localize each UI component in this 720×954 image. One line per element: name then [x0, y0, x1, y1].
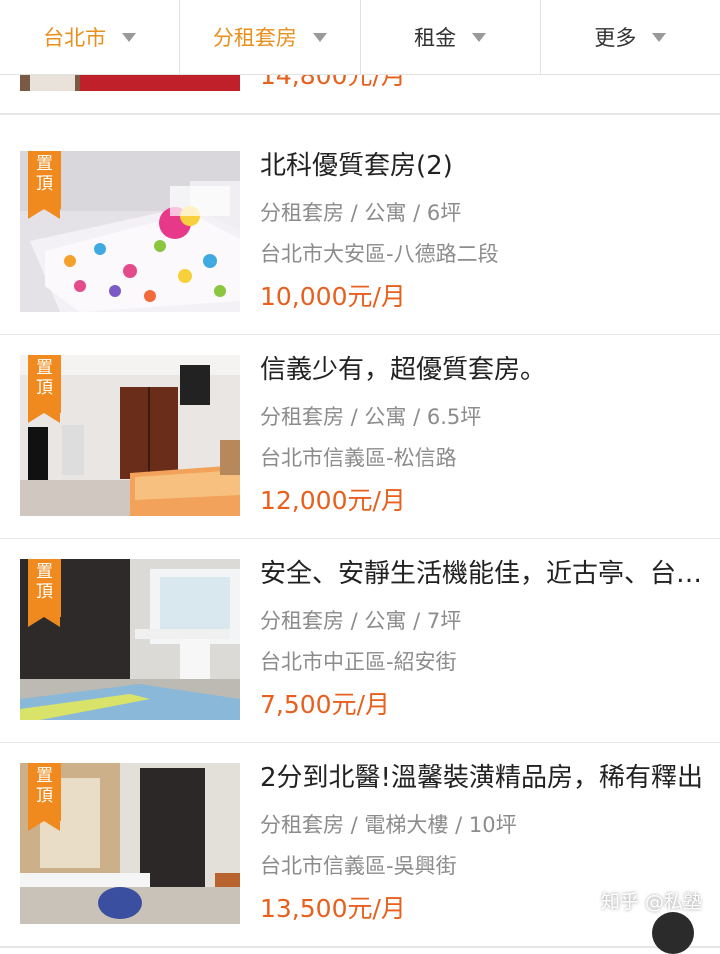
- listing-price: 7,500元/月: [260, 690, 390, 719]
- filter-type[interactable]: 分租套房: [180, 0, 361, 74]
- chevron-down-icon: [472, 32, 487, 42]
- listing-address: 台北市信義區-吳興街: [260, 854, 457, 878]
- watermark: 知乎 @私塾: [600, 891, 702, 913]
- filter-rent[interactable]: 租金: [361, 0, 541, 74]
- listing-title: 2分到北醫!溫馨裝潢精品房，稀有釋出: [260, 763, 703, 793]
- listing-meta: 分租套房 / 公寓 / 6坪: [260, 201, 462, 225]
- listing-title: 北科優質套房(2): [260, 151, 453, 181]
- listing-address: 台北市信義區-松信路: [260, 446, 457, 470]
- filter-more[interactable]: 更多: [541, 0, 720, 74]
- pinned-badge: 置頂: [28, 763, 61, 831]
- chevron-down-icon: [122, 32, 137, 42]
- listing-photo: 置頂: [20, 355, 240, 516]
- pinned-badge: 置頂: [28, 151, 61, 219]
- pinned-badge: 置頂: [28, 559, 61, 627]
- pinned-badge: 置頂: [28, 355, 61, 423]
- listing-address: 台北市中正區-紹安街: [260, 650, 457, 674]
- floating-bubble: [652, 912, 694, 954]
- listing-photo: 置頂: [20, 151, 240, 312]
- chevron-down-icon: [312, 32, 327, 42]
- listing-title: 安全、安靜生活機能佳，近古亭、台電大樓: [260, 559, 705, 589]
- filter-bar: 台北市 分租套房 租金 更多: [0, 0, 720, 75]
- listing-photo: 置頂: [20, 763, 240, 924]
- filter-more-label: 更多: [594, 26, 637, 50]
- listing-price: 12,000元/月: [260, 486, 406, 515]
- chevron-down-icon: [652, 32, 667, 42]
- listing-item[interactable]: 置頂 安全、安靜生活機能佳，近古亭、台電大樓 分租套房 / 公寓 / 7坪 台北…: [0, 539, 720, 744]
- listing-meta: 分租套房 / 電梯大樓 / 10坪: [260, 813, 517, 837]
- listing-item[interactable]: 置頂 2分到北醫!溫馨裝潢精品房，稀有釋出 分租套房 / 電梯大樓 / 10坪 …: [0, 743, 720, 948]
- listing-address: 台北市大安區-八德路二段: [260, 242, 499, 266]
- listing-title: 信義少有，超優質套房。: [260, 355, 547, 385]
- listing-price: 13,500元/月: [260, 894, 406, 923]
- listing-meta: 分租套房 / 公寓 / 7坪: [260, 609, 462, 633]
- filter-city[interactable]: 台北市: [0, 0, 181, 74]
- filter-rent-label: 租金: [414, 26, 457, 50]
- listing-meta: 分租套房 / 公寓 / 6.5坪: [260, 405, 482, 429]
- listing-price: 10,000元/月: [260, 282, 406, 311]
- listing-photo: 置頂: [20, 559, 240, 720]
- filter-type-label: 分租套房: [212, 26, 297, 50]
- listing-item[interactable]: 置頂 北科優質套房(2) 分租套房 / 公寓 / 6坪 台北市大安區-八德路二段…: [0, 131, 720, 336]
- filter-city-label: 台北市: [43, 26, 107, 50]
- listing-item[interactable]: 置頂 信義少有，超優質套房。 分租套房 / 公寓 / 6.5坪 台北市信義區-松…: [0, 335, 720, 540]
